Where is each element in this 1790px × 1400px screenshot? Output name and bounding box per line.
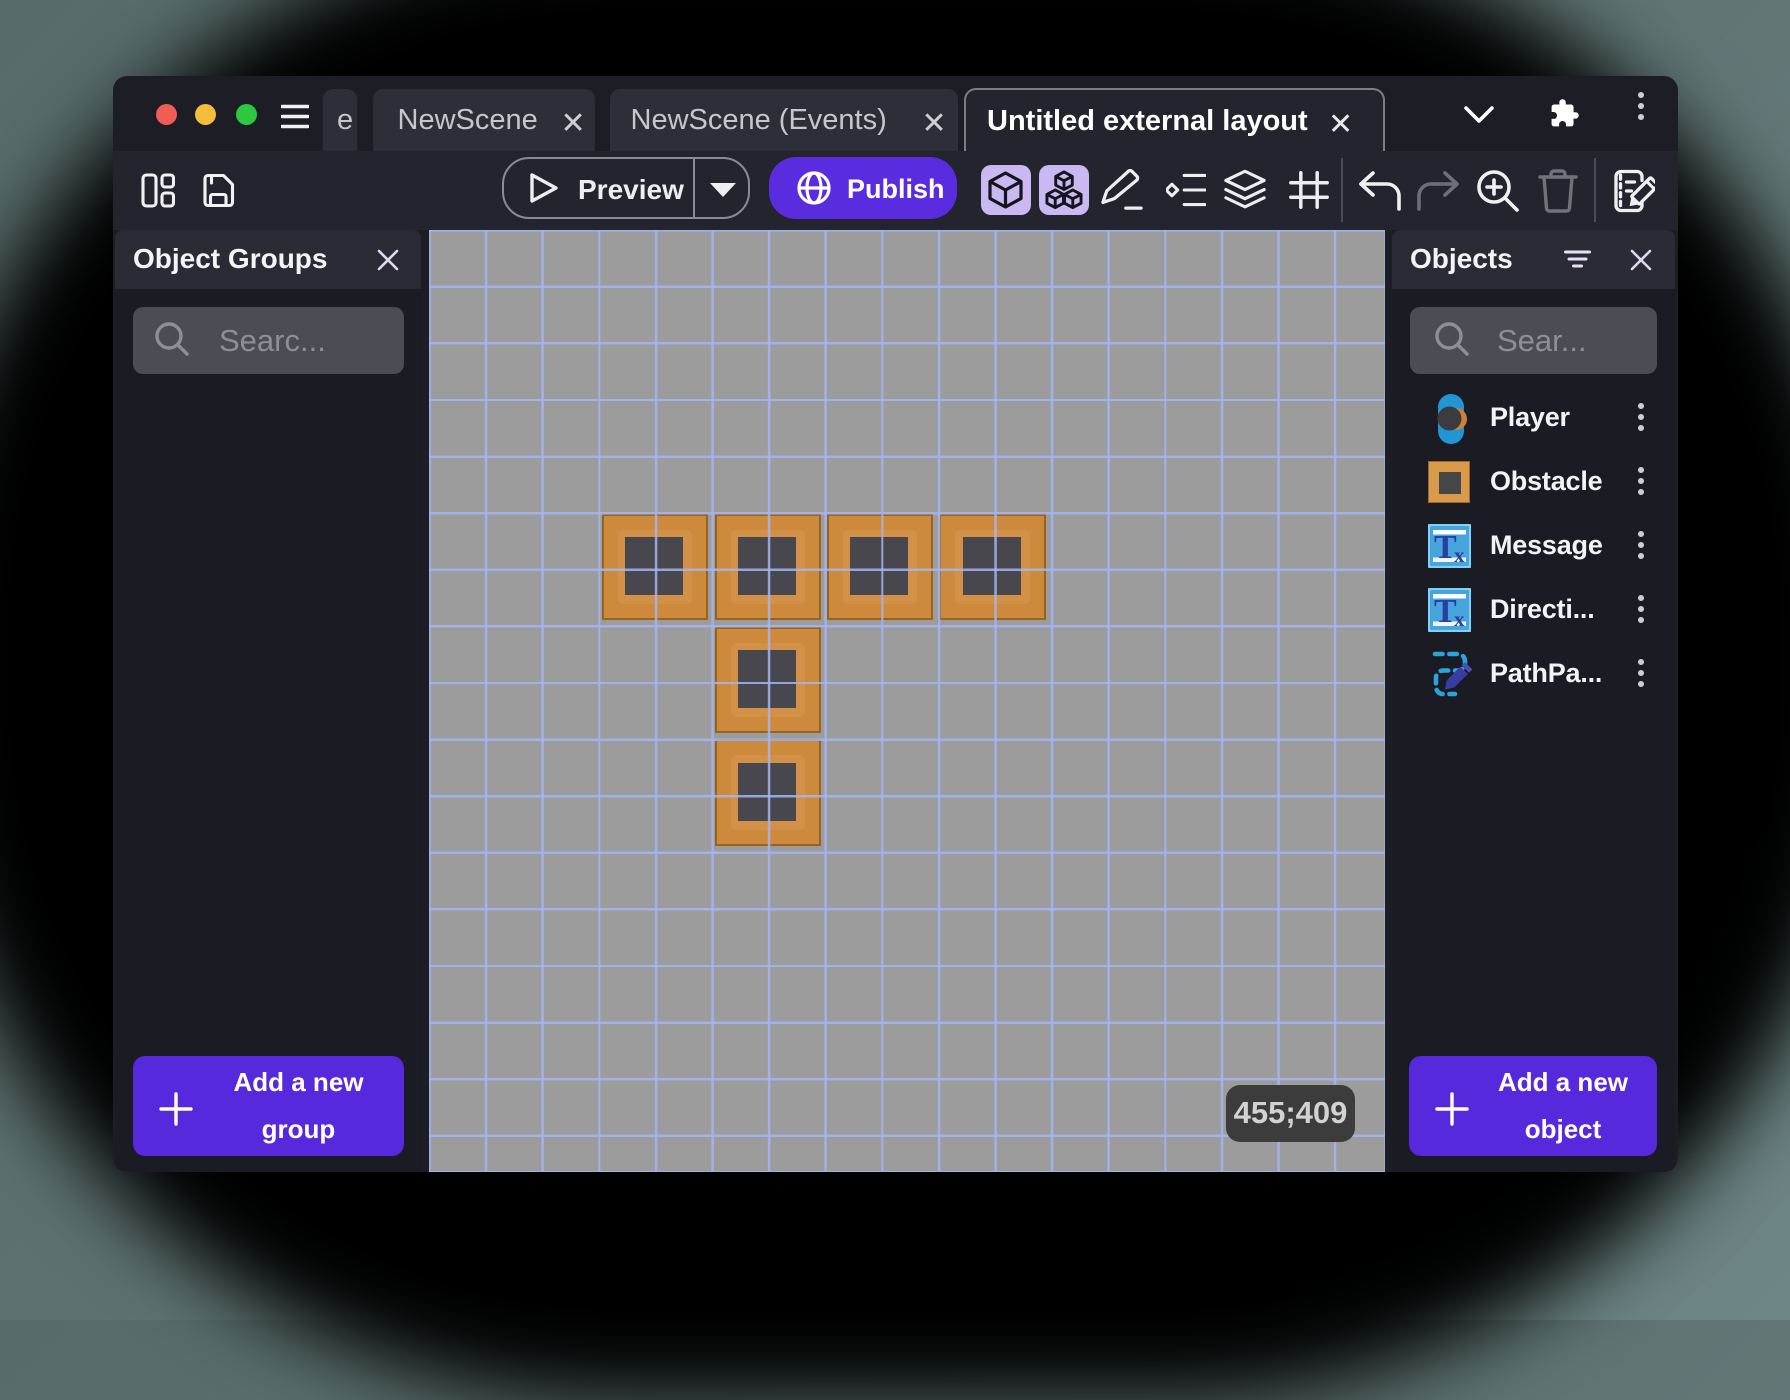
svg-text:x: x: [1454, 607, 1465, 631]
svg-text:x: x: [1454, 543, 1465, 567]
